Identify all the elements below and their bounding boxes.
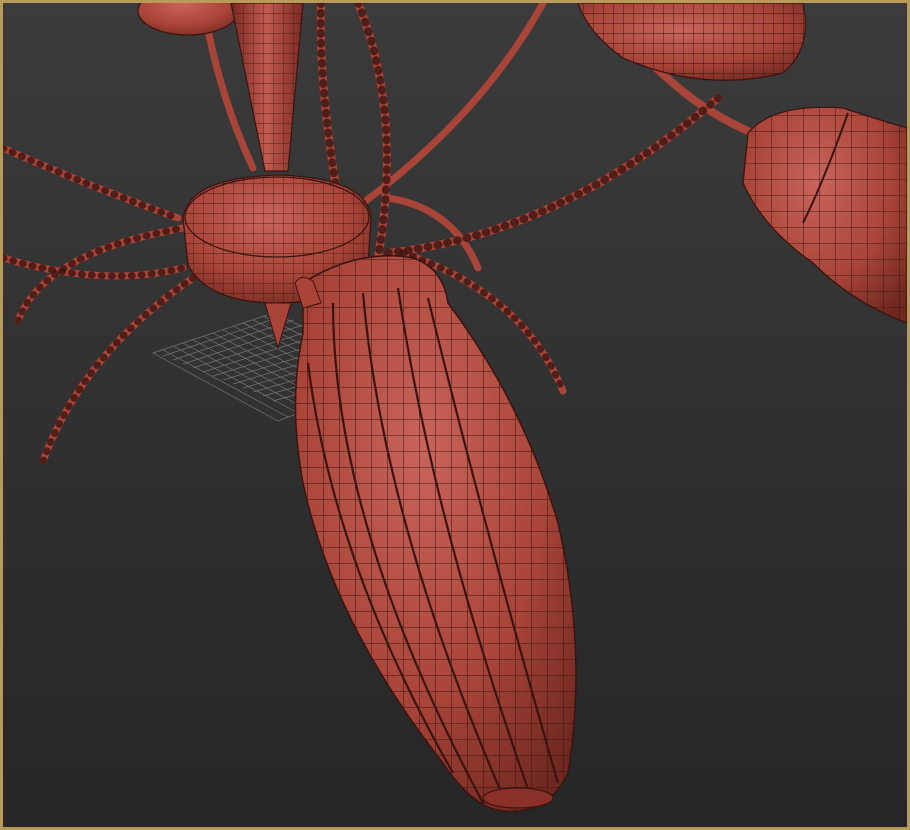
viewport-canvas[interactable]	[3, 3, 907, 827]
perspective-viewport[interactable]	[0, 0, 910, 830]
